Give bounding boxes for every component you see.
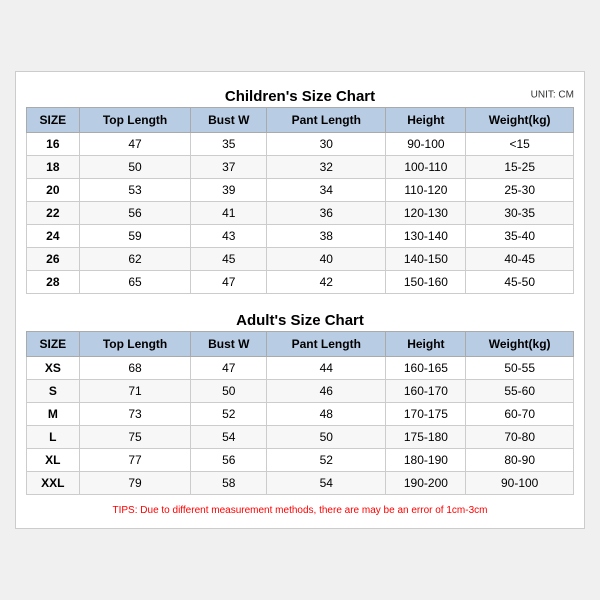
table-row: XXL795854190-20090-100 [27, 472, 574, 495]
tips-text: TIPS: Due to different measurement metho… [26, 499, 574, 518]
children-title-text: Children's Size Chart [225, 88, 375, 105]
col-size: SIZE [27, 108, 80, 133]
table-row: 1647353090-100<15 [27, 133, 574, 156]
col-weight: Weight(kg) [466, 108, 574, 133]
children-header-row: SIZE Top Length Bust W Pant Length Heigh… [27, 108, 574, 133]
col-height: Height [386, 108, 466, 133]
table-row: 24594338130-14035-40 [27, 225, 574, 248]
col-pant-length: Pant Length [267, 332, 386, 357]
col-height: Height [386, 332, 466, 357]
table-row: 28654742150-16045-50 [27, 271, 574, 294]
table-row: L755450175-18070-80 [27, 426, 574, 449]
unit-label: UNIT: CM [531, 89, 574, 100]
table-row: 26624540140-15040-45 [27, 248, 574, 271]
table-row: 22564136120-13030-35 [27, 202, 574, 225]
col-pant-length: Pant Length [267, 108, 386, 133]
col-bust-w: Bust W [191, 108, 267, 133]
col-bust-w: Bust W [191, 332, 267, 357]
table-row: XS684744160-16550-55 [27, 357, 574, 380]
adult-header-row: SIZE Top Length Bust W Pant Length Heigh… [27, 332, 574, 357]
col-weight: Weight(kg) [466, 332, 574, 357]
children-size-table: SIZE Top Length Bust W Pant Length Heigh… [26, 107, 574, 294]
adult-size-table: SIZE Top Length Bust W Pant Length Heigh… [26, 331, 574, 495]
children-section-title: Children's Size Chart UNIT: CM [26, 82, 574, 107]
size-chart-card: Children's Size Chart UNIT: CM SIZE Top … [15, 71, 585, 529]
table-row: XL775652180-19080-90 [27, 449, 574, 472]
col-size: SIZE [27, 332, 80, 357]
adult-title-text: Adult's Size Chart [236, 312, 364, 329]
table-row: M735248170-17560-70 [27, 403, 574, 426]
col-top-length: Top Length [79, 108, 191, 133]
table-row: S715046160-17055-60 [27, 380, 574, 403]
table-row: 18503732100-11015-25 [27, 156, 574, 179]
col-top-length: Top Length [79, 332, 191, 357]
table-row: 20533934110-12025-30 [27, 179, 574, 202]
adult-section-title: Adult's Size Chart [26, 306, 574, 331]
